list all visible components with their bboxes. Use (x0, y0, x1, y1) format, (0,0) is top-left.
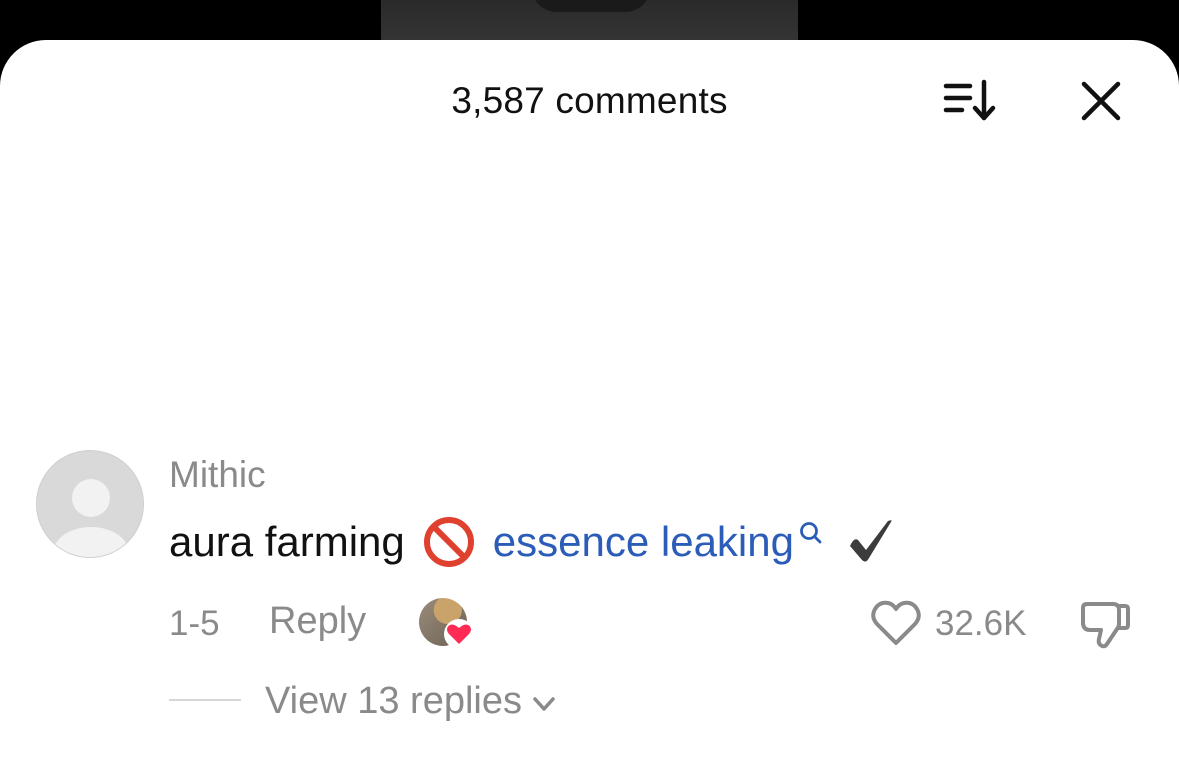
view-replies-row: View 13 replies (169, 678, 769, 726)
creator-liked-badge (419, 598, 475, 650)
thumbs-down-icon[interactable] (1077, 596, 1133, 652)
video-content (531, 0, 651, 12)
search-link-text[interactable]: essence leaking (493, 518, 794, 566)
check-mark-icon (849, 520, 892, 562)
chevron-down-icon (533, 696, 555, 711)
no-entry-icon (423, 517, 474, 567)
like-count: 32.6K (935, 604, 1027, 643)
search-icon (800, 522, 822, 544)
default-avatar-icon (53, 479, 129, 557)
comments-count-title: 3,587 comments (451, 80, 728, 121)
heart-badge-icon (444, 619, 474, 649)
view-replies-button[interactable]: View 13 replies (265, 680, 558, 723)
close-icon[interactable] (1080, 80, 1122, 122)
comment-text-main: aura farming (169, 518, 405, 565)
search-link[interactable]: essence leaking (493, 518, 824, 566)
heart-outline-icon[interactable] (869, 598, 923, 648)
comment-username[interactable]: Mithic (169, 454, 266, 496)
view-replies-label[interactable]: View 13 replies (265, 680, 522, 723)
sort-icon[interactable] (942, 78, 998, 124)
divider (169, 699, 241, 701)
comment-text: aura farming essence leaking (169, 516, 896, 568)
comment-date: 1-5 (169, 604, 220, 643)
comments-sheet: 3,587 comments Mithic aura farming essen (0, 40, 1179, 758)
reply-button[interactable]: Reply (269, 600, 366, 643)
avatar[interactable] (36, 450, 144, 558)
comment-meta-row: 1-5 Reply 32.6K (169, 598, 1149, 650)
